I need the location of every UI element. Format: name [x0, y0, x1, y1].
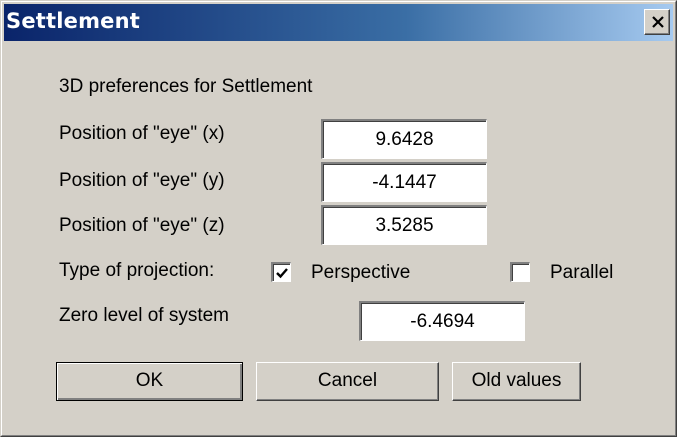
perspective-checkbox[interactable]: [271, 262, 291, 282]
eye-x-field[interactable]: [321, 119, 487, 159]
window-title: Settlement: [6, 9, 140, 33]
eye-y-field[interactable]: [321, 162, 487, 202]
title-bar[interactable]: Settlement: [4, 4, 673, 41]
eye-z-field[interactable]: [321, 205, 487, 245]
ok-button[interactable]: OK: [56, 362, 243, 401]
parallel-label[interactable]: Parallel: [550, 262, 613, 284]
dialog-heading: 3D preferences for Settlement: [59, 76, 313, 97]
perspective-label[interactable]: Perspective: [311, 262, 410, 284]
eye-x-label: Position of "eye" (x): [59, 123, 225, 144]
settlement-dialog: Settlement 3D preferences for Settlement…: [0, 0, 677, 437]
zero-level-field[interactable]: [359, 301, 525, 341]
cancel-button[interactable]: Cancel: [256, 362, 439, 401]
old-values-button[interactable]: Old values: [452, 362, 581, 401]
checkmark-icon: [276, 268, 288, 279]
close-button[interactable]: [644, 9, 670, 35]
eye-z-label: Position of "eye" (z): [59, 215, 225, 236]
eye-y-label: Position of "eye" (y): [59, 170, 225, 191]
close-icon: [652, 16, 664, 28]
projection-label: Type of projection:: [59, 260, 215, 281]
parallel-checkbox[interactable]: [510, 262, 530, 282]
zero-level-label: Zero level of system: [59, 305, 229, 326]
